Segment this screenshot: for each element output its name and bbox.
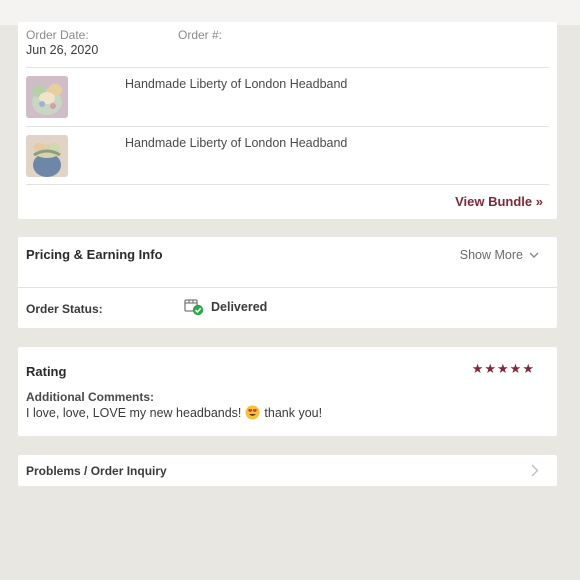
order-card: Order Date: Order #: Jun 26, 2020 Handma… xyxy=(18,22,557,219)
show-more-label: Show More xyxy=(459,248,523,262)
chevron-down-icon xyxy=(529,252,539,258)
divider xyxy=(18,287,557,288)
order-item[interactable]: Handmade Liberty of London Headband xyxy=(26,127,549,185)
order-status: Delivered xyxy=(184,298,267,316)
comments-label: Additional Comments: xyxy=(26,390,154,404)
item-title[interactable]: Handmade Liberty of London Headband xyxy=(125,77,347,91)
item-thumbnail[interactable] xyxy=(26,135,68,177)
order-item[interactable]: Handmade Liberty of London Headband xyxy=(26,68,549,126)
heart-eyes-emoji-icon xyxy=(245,405,260,420)
order-date-value: Jun 26, 2020 xyxy=(26,43,99,57)
comments-text: I love, love, LOVE my new headbands! tha… xyxy=(26,405,322,420)
divider xyxy=(26,184,549,185)
delivered-box-check-icon xyxy=(184,299,204,316)
order-status-value: Delivered xyxy=(211,300,268,314)
comment-text-part1: I love, love, LOVE my new headbands! xyxy=(26,405,242,420)
item-title[interactable]: Handmade Liberty of London Headband xyxy=(125,136,347,150)
comment-text-part2: thank you! xyxy=(264,405,323,420)
pricing-title: Pricing & Earning Info xyxy=(26,247,163,262)
problems-label: Problems / Order Inquiry xyxy=(26,464,167,478)
view-bundle-link[interactable]: View Bundle » xyxy=(455,194,543,209)
rating-card: Rating ★★★★★ Additional Comments: I love… xyxy=(18,347,557,436)
show-more-button[interactable]: Show More xyxy=(460,248,539,262)
order-number-label: Order #: xyxy=(178,28,223,42)
chevron-right-icon xyxy=(531,464,539,477)
problems-order-inquiry-row[interactable]: Problems / Order Inquiry xyxy=(18,455,557,486)
pricing-card: Pricing & Earning Info Show More Order S… xyxy=(18,237,557,328)
order-date-label: Order Date: xyxy=(26,28,89,42)
rating-title: Rating xyxy=(26,364,67,379)
item-thumbnail[interactable] xyxy=(26,76,68,118)
rating-stars: ★★★★★ xyxy=(471,361,535,376)
order-status-label: Order Status: xyxy=(26,302,103,316)
